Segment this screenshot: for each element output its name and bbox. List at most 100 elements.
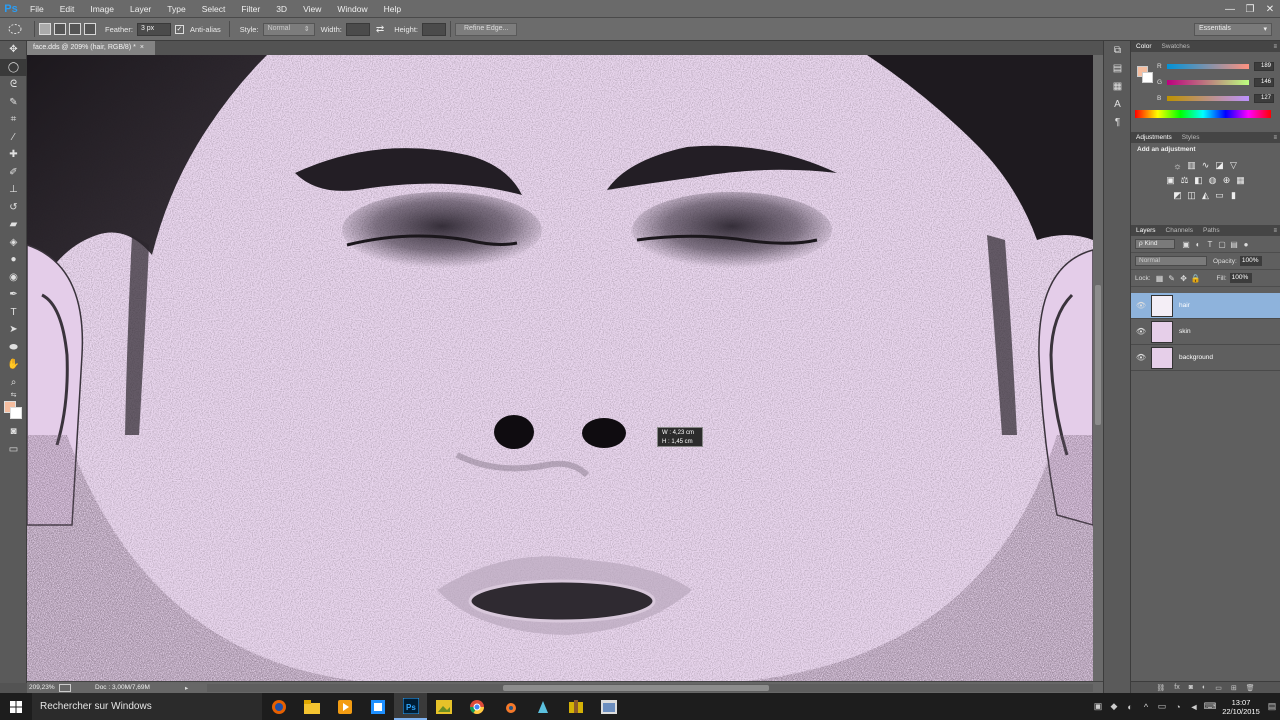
fill-input[interactable]: 100%: [1229, 273, 1252, 283]
battery-icon[interactable]: ▭: [1155, 700, 1169, 714]
close-tab-icon[interactable]: ×: [140, 44, 144, 51]
swatch-panel-icon[interactable]: ▦: [1104, 77, 1131, 95]
elliptical-marquee-preset-icon[interactable]: [0, 23, 30, 35]
photo-filter-icon[interactable]: ◍: [1207, 175, 1218, 186]
layer-row-skin[interactable]: 👁 skin: [1131, 319, 1280, 345]
filter-shape-icon[interactable]: ▢: [1217, 239, 1227, 249]
path-selection-tool-icon[interactable]: ➤: [0, 321, 27, 339]
posterize-icon[interactable]: ◫: [1186, 190, 1197, 201]
delete-layer-icon[interactable]: 🗑: [1246, 684, 1255, 692]
layer-mask-icon[interactable]: ◙: [1189, 684, 1193, 691]
layer-style-icon[interactable]: fx: [1174, 684, 1179, 691]
curves-icon[interactable]: ∿: [1200, 160, 1211, 171]
panel-menu-icon[interactable]: ≡: [1273, 228, 1280, 234]
minimize-button[interactable]: —: [1220, 0, 1240, 18]
lock-position-icon[interactable]: ✥: [1179, 273, 1189, 283]
vibrance-icon[interactable]: ▽: [1228, 160, 1239, 171]
paint-bucket-tool-icon[interactable]: ◈: [0, 234, 27, 252]
zoom-level[interactable]: 209,23%: [27, 684, 55, 691]
green-value[interactable]: 146: [1254, 77, 1274, 87]
brightness-contrast-icon[interactable]: ☼: [1172, 160, 1183, 171]
menu-window[interactable]: Window: [329, 0, 375, 18]
maximize-button[interactable]: ❐: [1240, 0, 1260, 18]
width-input[interactable]: [345, 22, 370, 36]
layer-name[interactable]: hair: [1179, 302, 1190, 309]
status-menu-arrow-icon[interactable]: ▸: [185, 684, 197, 692]
red-slider[interactable]: [1167, 63, 1249, 69]
color-panel-background-swatch[interactable]: [1142, 72, 1153, 83]
document-canvas[interactable]: [27, 55, 1093, 681]
workspace-switcher[interactable]: Essentials ▾: [1194, 23, 1272, 36]
selective-color-icon[interactable]: ▮: [1228, 190, 1239, 201]
firefox-icon[interactable]: [262, 693, 295, 720]
filter-toggle-icon[interactable]: ●: [1241, 239, 1251, 249]
menu-type[interactable]: Type: [159, 0, 193, 18]
quick-mask-icon[interactable]: ◙: [0, 423, 27, 441]
intersect-selection-icon[interactable]: [84, 23, 96, 35]
archive-app-icon[interactable]: [559, 693, 592, 720]
pen-tool-icon[interactable]: ✒: [0, 286, 27, 304]
menu-filter[interactable]: Filter: [233, 0, 268, 18]
new-layer-icon[interactable]: ⊞: [1231, 684, 1237, 692]
channel-mixer-icon[interactable]: ⊕: [1221, 175, 1232, 186]
visibility-eye-icon[interactable]: 👁: [1131, 301, 1151, 310]
opacity-input[interactable]: 100%: [1239, 256, 1262, 266]
healing-brush-tool-icon[interactable]: ✚: [0, 146, 27, 164]
hue-saturation-icon[interactable]: ▣: [1165, 175, 1176, 186]
horizontal-scrollbar[interactable]: [207, 683, 1093, 692]
horizontal-scroll-thumb[interactable]: [503, 684, 769, 691]
menu-3d[interactable]: 3D: [268, 0, 295, 18]
add-to-selection-icon[interactable]: [54, 23, 66, 35]
link-layers-icon[interactable]: ⛓: [1156, 684, 1165, 692]
blend-mode-select[interactable]: Normal: [1135, 256, 1207, 266]
color-lookup-icon[interactable]: ▦: [1235, 175, 1246, 186]
paragraph-panel-icon[interactable]: ¶: [1104, 113, 1131, 131]
character-panel-icon[interactable]: A: [1104, 95, 1131, 113]
menu-layer[interactable]: Layer: [122, 0, 159, 18]
visibility-eye-icon[interactable]: 👁: [1131, 353, 1151, 362]
exposure-icon[interactable]: ◪: [1214, 160, 1225, 171]
layer-name[interactable]: background: [1179, 354, 1213, 361]
tray-security-icon[interactable]: ◐: [1123, 700, 1137, 714]
window-app-icon[interactable]: [592, 693, 625, 720]
blender-icon[interactable]: [493, 693, 526, 720]
green-slider[interactable]: [1167, 79, 1249, 85]
menu-view[interactable]: View: [295, 0, 329, 18]
proof-icon[interactable]: [59, 683, 71, 692]
layer-row-background[interactable]: 👁 background: [1131, 345, 1280, 371]
vertical-scroll-thumb[interactable]: [1095, 285, 1101, 425]
elliptical-marquee-tool-icon[interactable]: ◯: [0, 58, 27, 76]
blue-slider[interactable]: [1167, 95, 1249, 101]
hand-tool-icon[interactable]: ✋: [0, 356, 27, 374]
layer-row-hair[interactable]: 👁 hair: [1131, 293, 1280, 319]
visibility-eye-icon[interactable]: 👁: [1131, 327, 1151, 336]
color-swatches[interactable]: [0, 399, 27, 423]
tab-channels[interactable]: Channels: [1161, 227, 1198, 234]
move-tool-icon[interactable]: ✥: [0, 41, 27, 59]
height-input[interactable]: [421, 22, 446, 36]
media-player-icon[interactable]: [328, 693, 361, 720]
tab-layers[interactable]: Layers: [1131, 227, 1161, 234]
menu-edit[interactable]: Edit: [52, 0, 83, 18]
windows-start-icon[interactable]: [0, 693, 32, 720]
lasso-tool-icon[interactable]: ᘓ: [0, 76, 27, 94]
chrome-icon[interactable]: [460, 693, 493, 720]
screen-mode-icon[interactable]: ▭: [0, 441, 27, 459]
refine-edge-button[interactable]: Refine Edge...: [454, 22, 518, 36]
new-selection-icon[interactable]: [39, 23, 51, 35]
store-icon[interactable]: [361, 693, 394, 720]
menu-image[interactable]: Image: [82, 0, 122, 18]
new-adjustment-layer-icon[interactable]: ◐: [1202, 684, 1206, 691]
properties-panel-icon[interactable]: ▤: [1104, 59, 1131, 77]
tab-paths[interactable]: Paths: [1198, 227, 1225, 234]
keyboard-icon[interactable]: ⌨: [1203, 700, 1217, 714]
style-select[interactable]: Normal ⇕: [262, 22, 315, 36]
menu-file[interactable]: File: [22, 0, 52, 18]
color-balance-icon[interactable]: ⚖: [1179, 175, 1190, 186]
subtract-from-selection-icon[interactable]: [69, 23, 81, 35]
layer-kind-filter[interactable]: ρ Kind: [1135, 239, 1175, 249]
notifications-icon[interactable]: ▤: [1265, 700, 1279, 714]
threshold-icon[interactable]: ◭: [1200, 190, 1211, 201]
filter-adjustment-icon[interactable]: ◐: [1193, 239, 1203, 249]
black-white-icon[interactable]: ◧: [1193, 175, 1204, 186]
